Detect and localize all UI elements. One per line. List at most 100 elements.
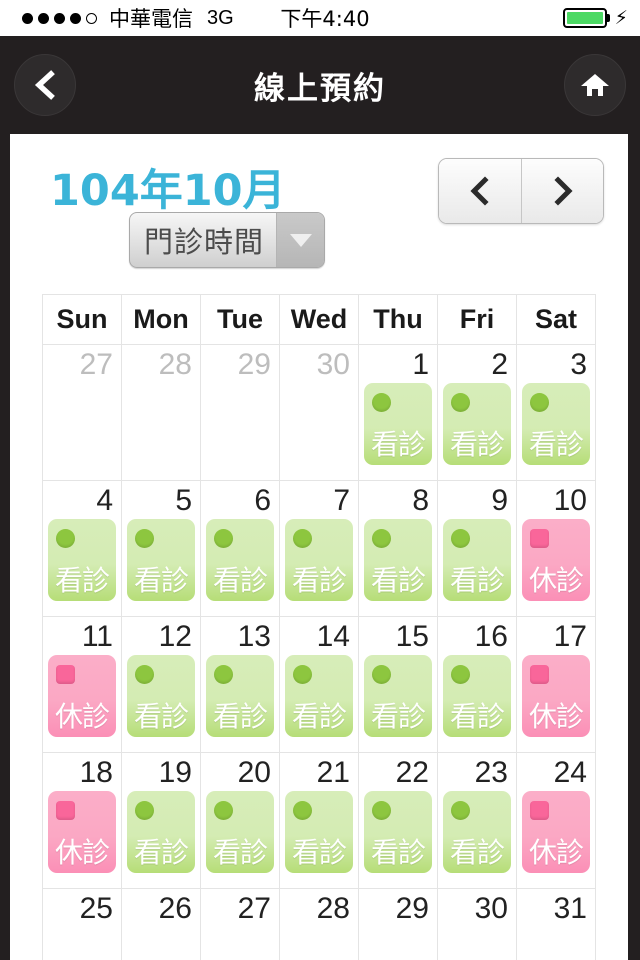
nav-bar: 線上預約	[0, 36, 640, 134]
calendar-day-cell[interactable]: 18 休診	[42, 752, 122, 889]
weekday-header: Fri	[437, 294, 517, 345]
day-number: 23	[474, 756, 508, 789]
status-badge-closed[interactable]: 休診	[48, 790, 116, 873]
status-badge-label: 看診	[212, 563, 268, 597]
status-badge-label: 看診	[54, 563, 110, 597]
day-number: 16	[474, 620, 508, 653]
status-badge-open[interactable]: 看診	[522, 382, 590, 465]
status-badge-open[interactable]: 看診	[206, 518, 274, 601]
day-number: 30	[474, 892, 508, 925]
open-marker-icon	[293, 664, 312, 684]
day-number: 28	[158, 348, 192, 381]
open-marker-icon	[293, 800, 312, 820]
status-badge-closed[interactable]: 休診	[522, 654, 590, 737]
status-right-group: ⚡	[562, 7, 628, 29]
calendar-day-cell: 28	[121, 344, 201, 481]
back-button[interactable]	[14, 54, 76, 116]
status-badge-open[interactable]: 看診	[285, 790, 353, 873]
calendar-day-cell[interactable]: 1 看診	[358, 344, 438, 481]
prev-month-button[interactable]	[439, 159, 521, 223]
calendar-day-cell: 30	[437, 888, 517, 960]
calendar-week-row: 18 休診 19 看診 20 看診 21 看診 22 看診 23 看診 24 休診	[42, 752, 596, 889]
status-badge-open[interactable]: 看診	[127, 654, 195, 737]
day-number: 5	[175, 484, 192, 517]
status-badge-open[interactable]: 看診	[127, 790, 195, 873]
status-badge-open[interactable]: 看診	[443, 518, 511, 601]
calendar-day-cell: 26	[121, 888, 201, 960]
closed-marker-icon	[56, 800, 75, 820]
day-number: 18	[79, 756, 113, 789]
next-month-button[interactable]	[521, 159, 603, 223]
calendar-day-cell[interactable]: 19 看診	[121, 752, 201, 889]
status-badge-closed[interactable]: 休診	[522, 790, 590, 873]
status-badge-open[interactable]: 看診	[206, 654, 274, 737]
status-badge-closed[interactable]: 休診	[48, 654, 116, 737]
calendar-day-cell[interactable]: 21 看診	[279, 752, 359, 889]
calendar-day-cell[interactable]: 22 看診	[358, 752, 438, 889]
open-marker-icon	[135, 664, 154, 684]
status-badge-label: 看診	[370, 699, 426, 733]
calendar-day-cell[interactable]: 3 看診	[516, 344, 596, 481]
calendar-day-cell[interactable]: 13 看診	[200, 616, 280, 753]
calendar-day-cell[interactable]: 20 看診	[200, 752, 280, 889]
day-number: 3	[570, 348, 587, 381]
day-number: 21	[316, 756, 350, 789]
status-badge-open[interactable]: 看診	[364, 518, 432, 601]
weekday-header: Thu	[358, 294, 438, 345]
calendar-day-cell: 31	[516, 888, 596, 960]
calendar-day-cell[interactable]: 7 看診	[279, 480, 359, 617]
calendar-day-cell: 27	[200, 888, 280, 960]
status-badge-open[interactable]: 看診	[364, 790, 432, 873]
status-badge-label: 休診	[528, 835, 584, 869]
day-number: 17	[553, 620, 587, 653]
status-badge-open[interactable]: 看診	[127, 518, 195, 601]
status-badge-open[interactable]: 看診	[443, 654, 511, 737]
status-badge-open[interactable]: 看診	[443, 790, 511, 873]
calendar-week-row: 25 26 27 28 29 30 31	[42, 888, 596, 960]
calendar-day-cell[interactable]: 5 看診	[121, 480, 201, 617]
calendar-day-cell: 30	[279, 344, 359, 481]
calendar-day-cell[interactable]: 15 看診	[358, 616, 438, 753]
status-badge-open[interactable]: 看診	[48, 518, 116, 601]
status-badge-open[interactable]: 看診	[206, 790, 274, 873]
calendar-day-cell[interactable]: 8 看診	[358, 480, 438, 617]
calendar-day-cell[interactable]: 2 看診	[437, 344, 517, 481]
calendar-table: Sun Mon Tue Wed Thu Fri Sat 27 28 29 30 1 看診 2…	[42, 294, 596, 960]
open-marker-icon	[214, 528, 233, 548]
calendar-day-cell[interactable]: 16 看診	[437, 616, 517, 753]
calendar-day-cell[interactable]: 17 休診	[516, 616, 596, 753]
status-badge-open[interactable]: 看診	[443, 382, 511, 465]
day-number: 12	[158, 620, 192, 653]
calendar-day-cell[interactable]: 4 看診	[42, 480, 122, 617]
calendar-day-cell[interactable]: 6 看診	[200, 480, 280, 617]
status-badge-label: 看診	[133, 835, 189, 869]
status-badge-open[interactable]: 看診	[285, 518, 353, 601]
open-marker-icon	[214, 800, 233, 820]
calendar-day-cell[interactable]: 12 看診	[121, 616, 201, 753]
app-screen: 中華電信 3G 下午4:40 ⚡ 線上預約 104年10月 門診時間 Sun M…	[0, 0, 640, 960]
clinic-time-select[interactable]: 門診時間	[129, 212, 326, 268]
weekday-header: Sat	[516, 294, 596, 345]
day-number: 29	[237, 348, 271, 381]
home-button[interactable]	[564, 54, 626, 116]
status-badge-label: 看診	[370, 563, 426, 597]
open-marker-icon	[451, 528, 470, 548]
status-badge-label: 看診	[449, 699, 505, 733]
page-body: 104年10月 門診時間 Sun Mon Tue Wed Thu Fri Sat…	[0, 134, 640, 960]
calendar-day-cell[interactable]: 24 休診	[516, 752, 596, 889]
calendar-day-cell[interactable]: 10 休診	[516, 480, 596, 617]
calendar-day-cell[interactable]: 9 看診	[437, 480, 517, 617]
month-label: 104年10月	[50, 166, 286, 216]
calendar-day-cell[interactable]: 23 看診	[437, 752, 517, 889]
day-number: 9	[491, 484, 508, 517]
charging-bolt-icon: ⚡	[614, 7, 628, 29]
status-badge-closed[interactable]: 休診	[522, 518, 590, 601]
open-marker-icon	[56, 528, 75, 548]
status-badge-open[interactable]: 看診	[364, 654, 432, 737]
status-badge-open[interactable]: 看診	[285, 654, 353, 737]
status-badge-label: 看診	[528, 427, 584, 461]
calendar-day-cell[interactable]: 11 休診	[42, 616, 122, 753]
calendar-day-cell[interactable]: 14 看診	[279, 616, 359, 753]
status-badge-open[interactable]: 看診	[364, 382, 432, 465]
closed-marker-icon	[56, 664, 75, 684]
